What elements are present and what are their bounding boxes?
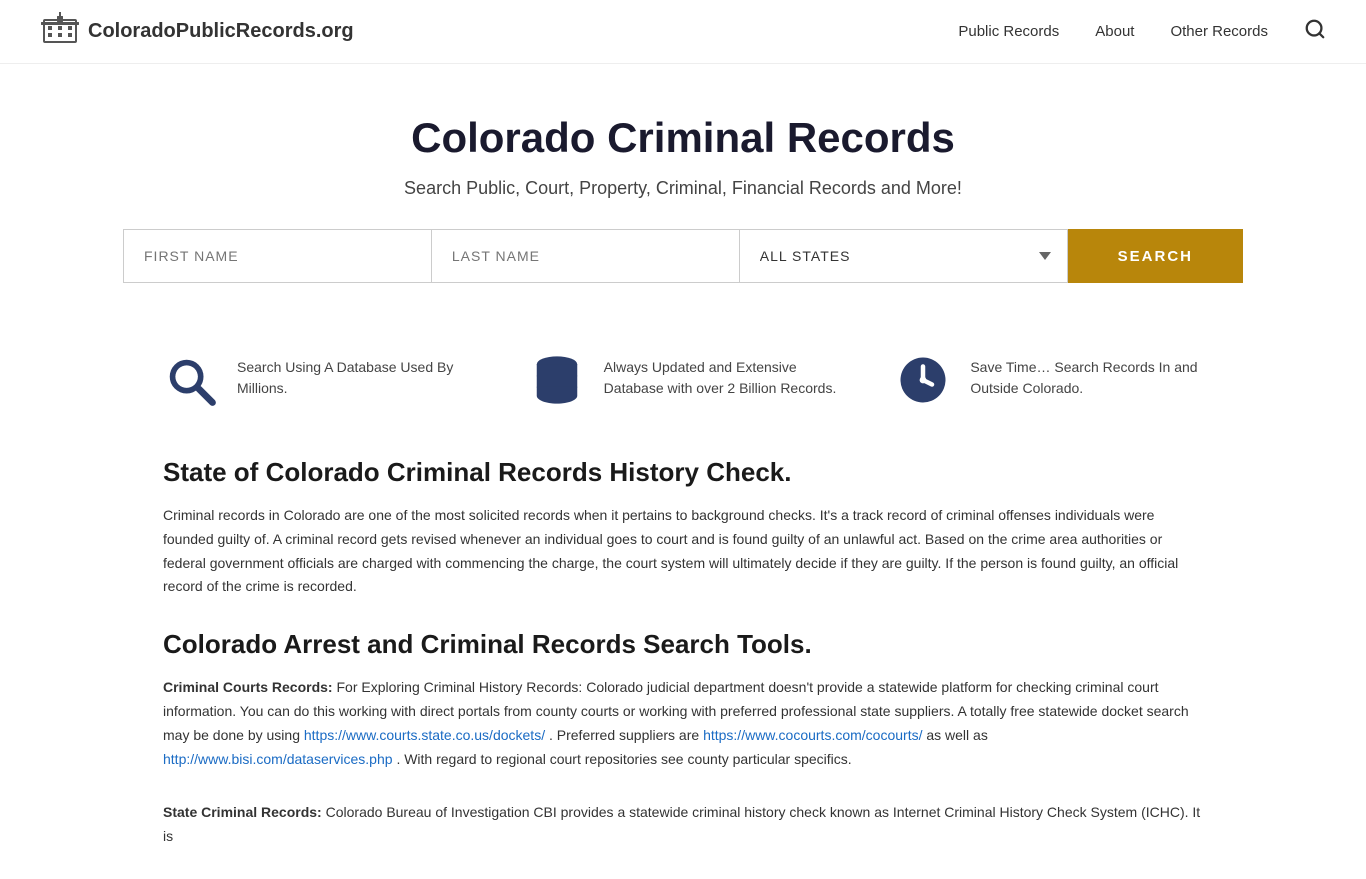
section2-body1-mid: . Preferred suppliers are — [549, 727, 703, 743]
feature-search-text: Search Using A Database Used By Millions… — [237, 353, 470, 399]
section1-body: Criminal records in Colorado are one of … — [163, 504, 1203, 599]
section1-heading: State of Colorado Criminal Records Histo… — [163, 457, 1203, 488]
nav-other-records[interactable]: Other Records — [1170, 23, 1268, 40]
first-name-input[interactable] — [123, 229, 431, 283]
criminal-courts-label: Criminal Courts Records: — [163, 679, 333, 695]
feature-database: Always Updated and Extensive Database wi… — [530, 353, 837, 407]
last-name-input[interactable] — [431, 229, 739, 283]
courts-link[interactable]: https://www.courts.state.co.us/dockets/ — [304, 727, 545, 743]
hero-section: Colorado Criminal Records Search Public,… — [0, 64, 1366, 353]
site-logo[interactable]: ColoradoPublicRecords.org — [40, 12, 354, 51]
clock-feature-icon — [896, 353, 950, 407]
bisi-link[interactable]: http://www.bisi.com/dataservices.php — [163, 751, 393, 767]
search-button[interactable]: SEARCH — [1068, 229, 1243, 283]
section2-body1-tail: . With regard to regional court reposito… — [396, 751, 851, 767]
state-select[interactable]: All States Alabama Alaska Arizona Arkans… — [739, 229, 1068, 283]
state-criminal-label: State Criminal Records: — [163, 804, 322, 820]
search-form: All States Alabama Alaska Arizona Arkans… — [123, 229, 1243, 283]
nav-about[interactable]: About — [1095, 23, 1134, 40]
feature-time: Save Time… Search Records In and Outside… — [896, 353, 1203, 407]
feature-database-text: Always Updated and Extensive Database wi… — [604, 353, 837, 399]
logo-text: ColoradoPublicRecords.org — [88, 20, 354, 43]
logo-icon — [40, 12, 80, 51]
section2-body1: Criminal Courts Records: For Exploring C… — [163, 676, 1203, 771]
database-feature-icon — [530, 353, 584, 407]
navbar: ColoradoPublicRecords.org Public Records… — [0, 0, 1366, 64]
section2-body1-end: as well as — [926, 727, 987, 743]
page-title: Colorado Criminal Records — [40, 114, 1326, 162]
search-icon[interactable] — [1304, 18, 1326, 46]
section2-body2: State Criminal Records: Colorado Bureau … — [163, 801, 1203, 849]
nav-links: Public Records About Other Records — [958, 18, 1326, 46]
nav-public-records[interactable]: Public Records — [958, 23, 1059, 40]
feature-search: Search Using A Database Used By Millions… — [163, 353, 470, 407]
cocourts-link[interactable]: https://www.cocourts.com/cocourts/ — [703, 727, 922, 743]
features-section: Search Using A Database Used By Millions… — [123, 353, 1243, 407]
hero-subtitle: Search Public, Court, Property, Criminal… — [40, 178, 1326, 199]
main-content: State of Colorado Criminal Records Histo… — [123, 457, 1243, 849]
search-feature-icon — [163, 353, 217, 407]
section2-heading: Colorado Arrest and Criminal Records Sea… — [163, 629, 1203, 660]
building-icon — [40, 12, 80, 44]
feature-time-text: Save Time… Search Records In and Outside… — [970, 353, 1203, 399]
